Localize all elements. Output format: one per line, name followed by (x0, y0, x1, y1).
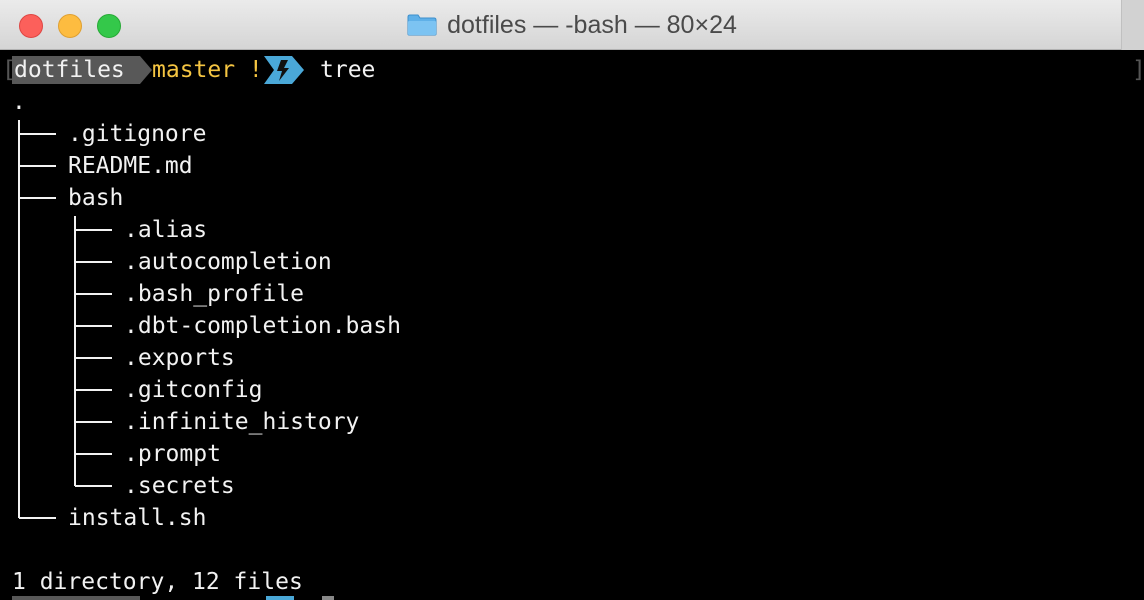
prompt-branch: master ! (152, 57, 263, 83)
terminal-content[interactable]: [ dotfiles master ! tree ] (0, 50, 1144, 600)
next-prompt-bolt-edge (266, 596, 294, 600)
tree-entry: bash (68, 185, 124, 211)
tree-entry: install.sh (68, 505, 207, 531)
tree-entry: .prompt (124, 441, 221, 467)
title-bar-edge (1121, 0, 1144, 50)
window-title-group: dotfiles — -bash — 80×24 (0, 0, 1144, 50)
terminal-window: dotfiles — -bash — 80×24 [ dotfiles mast… (0, 0, 1144, 600)
tree-entry: .alias (124, 217, 208, 243)
tree-entry: .infinite_history (124, 409, 360, 435)
tree-entry: .secrets (124, 473, 235, 499)
tree-entry: README.md (68, 153, 193, 179)
lightning-icon (264, 56, 304, 84)
next-prompt-directory-edge (12, 596, 140, 600)
prompt-line: [ dotfiles master ! tree ] (0, 54, 1144, 86)
prompt-bracket-right: ] (1132, 54, 1144, 86)
tree-entry: .dbt-completion.bash (124, 313, 401, 339)
tree-entry: .exports (124, 345, 235, 371)
tree-entry: .bash_profile (124, 281, 305, 307)
tree-entry: .gitignore (68, 121, 207, 147)
prompt-command: tree (320, 57, 376, 83)
cursor (322, 596, 334, 600)
tree-root: . (12, 89, 26, 115)
title-bar[interactable]: dotfiles — -bash — 80×24 (0, 0, 1144, 50)
tree-summary: 1 directory, 12 files (12, 569, 303, 595)
tree-entry: .gitconfig (124, 377, 263, 403)
folder-icon (407, 14, 437, 36)
prompt-separator-arrow (140, 56, 152, 84)
window-title: dotfiles — -bash — 80×24 (447, 10, 737, 39)
tree-entry: .autocompletion (124, 249, 332, 275)
